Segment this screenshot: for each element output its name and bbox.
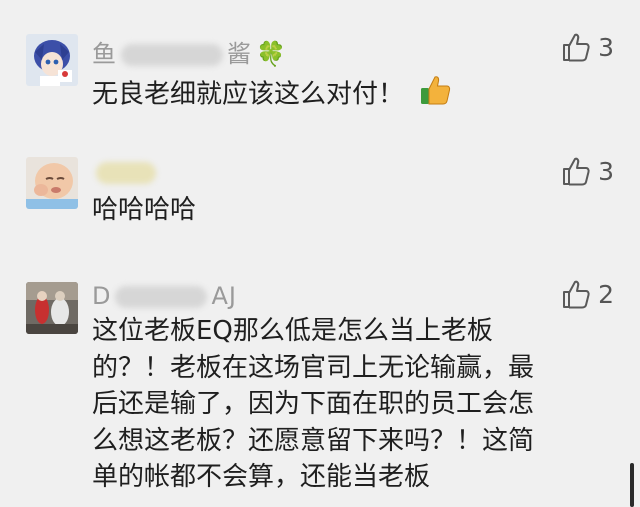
scrollbar[interactable] — [630, 463, 634, 507]
thumbs-up-emoji-icon — [421, 76, 451, 105]
comment-text-line: 后还是输了，因为下面在职的员工会怎 — [92, 389, 535, 419]
comment-text: 这位老板EQ那么低是怎么当上老板 的？！老板在这场官司上无论输赢，最 后还是输了… — [92, 313, 572, 496]
clover-emoji: 🍀 — [256, 40, 287, 68]
like-button[interactable]: 3 — [562, 31, 614, 63]
nickname-blur — [121, 44, 223, 66]
nickname-end: 酱 — [227, 40, 252, 68]
avatar[interactable] — [26, 34, 78, 86]
comment-text-body: 哈哈哈哈 — [92, 195, 197, 225]
comment-text-line: 么想这老板？还愿意留下来吗？！这简 — [92, 425, 535, 456]
like-button[interactable]: 2 — [562, 278, 614, 310]
thumbs-up-icon — [563, 280, 590, 309]
comment-text-line: 单的帐都不会算，还能当老板 — [92, 462, 431, 492]
avatar[interactable] — [26, 282, 78, 334]
nickname-blur — [115, 286, 208, 308]
like-count: 3 — [598, 32, 614, 62]
thumbs-up-icon — [563, 33, 590, 62]
comment-text-body: 无良老细就应该这么对付！ — [92, 79, 405, 110]
like-count: 2 — [598, 279, 614, 309]
nickname-start: 鱼 — [92, 40, 117, 68]
thumbs-up-emoji — [418, 73, 452, 117]
avatar[interactable] — [26, 157, 78, 209]
nickname[interactable] — [92, 158, 160, 186]
like-count: 3 — [598, 156, 614, 186]
nickname[interactable]: 鱼 酱 🍀 — [92, 34, 287, 69]
comment-text-line: 这位老板EQ那么低是怎么当上老板 — [92, 316, 493, 346]
comment-text: 哈哈哈哈 — [92, 193, 572, 228]
thumbs-up-icon — [563, 157, 590, 186]
comment-text-line: 的？！老板在这场官司上无论输赢，最 — [92, 352, 535, 383]
comment-text: 无良老细就应该这么对付！ — [92, 73, 572, 117]
nickname[interactable]: D AJ — [92, 282, 237, 310]
nickname-end: AJ — [211, 282, 237, 310]
nickname-start: D — [92, 282, 112, 310]
like-button[interactable]: 3 — [562, 155, 614, 187]
nickname-blur — [96, 162, 156, 184]
